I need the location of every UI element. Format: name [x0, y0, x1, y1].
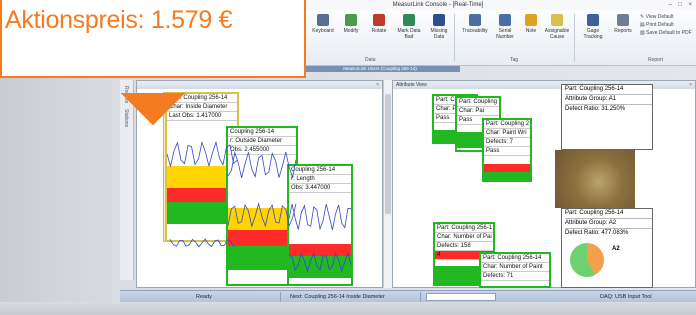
card-part: Part: Coupling 256-14	[481, 254, 549, 263]
card-part: Part: Coupling 2	[484, 121, 530, 129]
chart-trace	[227, 151, 297, 179]
coupling-part-image	[555, 150, 635, 208]
status-bar: Ready Next: Coupling 256-14 Inside Diame…	[120, 290, 696, 302]
group-card-a2[interactable]: Part: Coupling 256-14 Attribute Group: A…	[561, 208, 653, 288]
group-part: Part: Coupling 256-14	[565, 86, 624, 92]
group-title: Attribute Group: A1	[565, 94, 652, 104]
price-badge: Aktionspreis: 1.579 €	[0, 0, 306, 78]
group-ratio: Defect Ratio: 477.083%	[565, 228, 652, 238]
status-divider	[280, 292, 281, 302]
group-card-a1[interactable]: Part: Coupling 256-14 Attribute Group: A…	[561, 84, 653, 150]
chart-trace	[227, 202, 297, 228]
pass-band	[484, 172, 530, 180]
card-char: Char: Pai	[457, 107, 499, 116]
group-part: Part: Coupling 256-14	[565, 210, 624, 216]
fail-band	[484, 164, 530, 172]
status-progress-box	[426, 293, 496, 301]
status-divider	[420, 292, 421, 302]
chart-trace	[288, 204, 352, 231]
a2-pie	[570, 243, 604, 277]
card-part: Part: Coupling 256-1	[435, 225, 493, 233]
status-ready: Ready	[196, 294, 212, 300]
status-next: Next: Coupling 256-14 Inside Diameter	[290, 294, 385, 300]
card-part: Part: Coupling 2	[457, 99, 501, 107]
card-defects: Defects: 71	[481, 272, 549, 281]
chart-trace	[169, 238, 235, 248]
card-char: Char: Paint Wri	[484, 129, 530, 138]
card-status: Pass	[484, 147, 530, 156]
group-ratio: Defect Ratio: 31.250%	[565, 104, 652, 114]
page: MeasurLink Console - [Real-Time] – □ × K…	[0, 0, 696, 315]
card-char: Char: Number of Pai	[435, 234, 493, 242]
attribute-card-3[interactable]: Part: Coupling 2 Char: Paint Wri Defects…	[482, 118, 532, 182]
chart-trace	[166, 140, 238, 168]
chart-trace	[288, 251, 352, 273]
attribute-card-5[interactable]: Part: Coupling 256-14 Char: Number of Pa…	[479, 252, 551, 288]
card-defects: Defects: 158	[435, 242, 493, 251]
card-defects: Defects: 7	[484, 138, 530, 147]
card-char: Char: Number of Paint	[481, 263, 549, 272]
group-title: Attribute Group: A2	[565, 218, 652, 228]
a2-legend-title: A2	[612, 246, 620, 252]
price-text: Aktionspreis: 1.579 €	[5, 6, 233, 34]
status-daq: DAQ: USB Input Tool	[600, 294, 652, 300]
control-chart-traces	[166, 140, 352, 273]
